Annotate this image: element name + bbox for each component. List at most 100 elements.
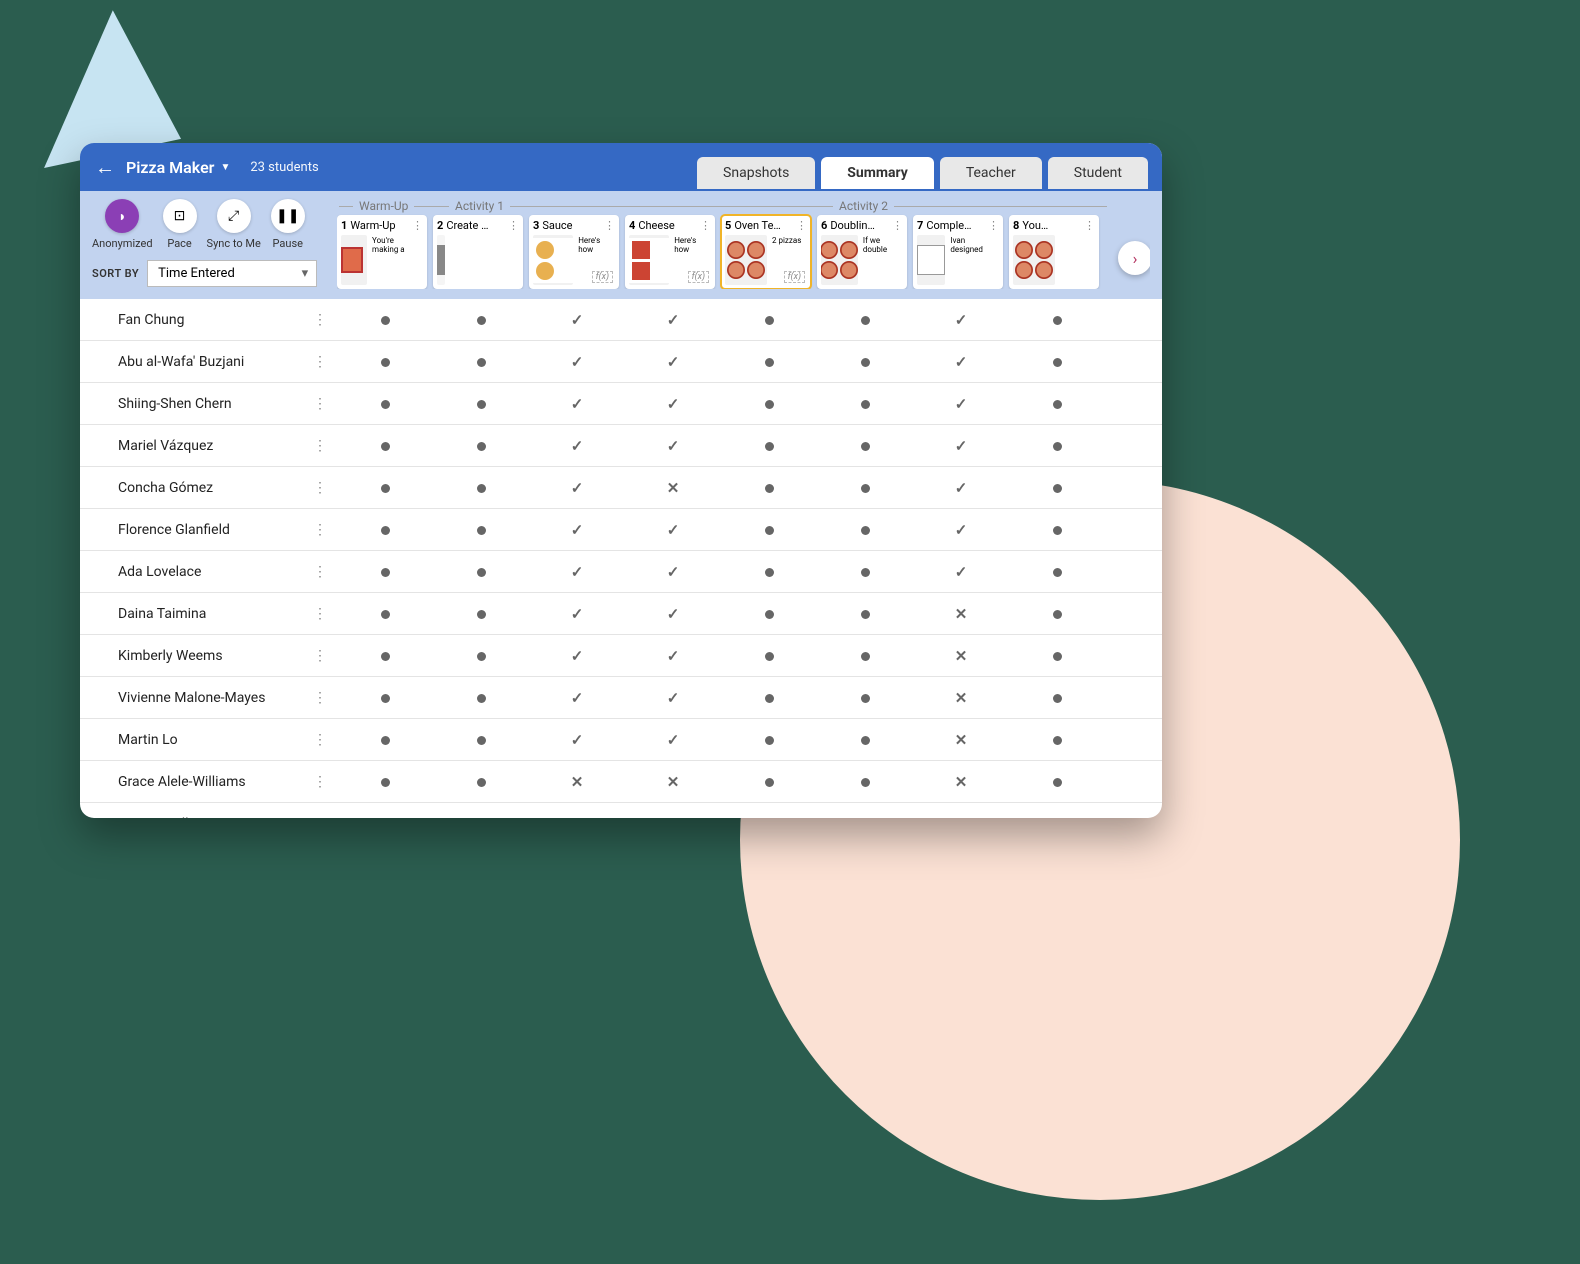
- sort-select[interactable]: Time Entered: [147, 260, 317, 287]
- progress-cell[interactable]: [433, 815, 529, 819]
- progress-cell[interactable]: [337, 311, 433, 329]
- screen-card-2[interactable]: 2Create …⋮: [433, 215, 523, 289]
- progress-cell[interactable]: [625, 647, 721, 665]
- progress-cell[interactable]: [433, 773, 529, 791]
- student-name-cell[interactable]: Martin Lo⋮: [80, 732, 337, 748]
- progress-cell[interactable]: [337, 647, 433, 665]
- progress-cell[interactable]: [625, 689, 721, 707]
- progress-cell[interactable]: [433, 605, 529, 623]
- progress-cell[interactable]: [529, 647, 625, 665]
- progress-cell[interactable]: [625, 605, 721, 623]
- progress-cell[interactable]: [529, 521, 625, 539]
- activity-title-dropdown[interactable]: Pizza Maker ▼: [126, 158, 230, 177]
- student-name-cell[interactable]: Vivienne Malone-Mayes⋮: [80, 690, 337, 706]
- progress-cell[interactable]: [433, 521, 529, 539]
- student-name-cell[interactable]: Fan Chung⋮: [80, 312, 337, 328]
- anonymized-button[interactable]: ◗Anonymized: [92, 199, 153, 250]
- progress-cell[interactable]: [913, 395, 1009, 413]
- screen-more-icon[interactable]: ⋮: [700, 219, 711, 232]
- progress-cell[interactable]: [433, 731, 529, 749]
- progress-cell[interactable]: [529, 815, 625, 819]
- progress-cell[interactable]: [913, 647, 1009, 665]
- progress-cell[interactable]: [817, 647, 913, 665]
- progress-cell[interactable]: [721, 437, 817, 455]
- pause-button[interactable]: ❚❚Pause: [271, 199, 305, 250]
- progress-cell[interactable]: [1009, 731, 1105, 749]
- progress-cell[interactable]: [1009, 311, 1105, 329]
- row-more-icon[interactable]: ⋮: [313, 774, 327, 790]
- progress-cell[interactable]: [721, 563, 817, 581]
- progress-cell[interactable]: [1009, 647, 1105, 665]
- student-name-cell[interactable]: Mariel Vázquez⋮: [80, 438, 337, 454]
- progress-cell[interactable]: [337, 437, 433, 455]
- progress-cell[interactable]: [721, 773, 817, 791]
- row-more-icon[interactable]: ⋮: [313, 732, 327, 748]
- row-more-icon[interactable]: ⋮: [313, 522, 327, 538]
- progress-cell[interactable]: [721, 647, 817, 665]
- row-more-icon[interactable]: ⋮: [313, 438, 327, 454]
- progress-cell[interactable]: [913, 605, 1009, 623]
- progress-cell[interactable]: [625, 395, 721, 413]
- progress-cell[interactable]: [913, 563, 1009, 581]
- row-more-icon[interactable]: ⋮: [313, 354, 327, 370]
- progress-cell[interactable]: [817, 395, 913, 413]
- progress-cell[interactable]: [721, 479, 817, 497]
- progress-cell[interactable]: [1009, 521, 1105, 539]
- progress-cell[interactable]: [913, 815, 1009, 819]
- progress-cell[interactable]: [1009, 353, 1105, 371]
- pace-button[interactable]: ⊡Pace: [163, 199, 197, 250]
- progress-cell[interactable]: [337, 731, 433, 749]
- progress-cell[interactable]: [1009, 605, 1105, 623]
- progress-cell[interactable]: [817, 521, 913, 539]
- progress-cell[interactable]: [913, 731, 1009, 749]
- screen-card-7[interactable]: 7Comple…⋮Ivan designed: [913, 215, 1003, 289]
- progress-cell[interactable]: [913, 353, 1009, 371]
- progress-cell[interactable]: [817, 605, 913, 623]
- progress-cell[interactable]: [529, 353, 625, 371]
- screen-more-icon[interactable]: ⋮: [1084, 219, 1095, 232]
- tab-teacher[interactable]: Teacher: [940, 157, 1042, 189]
- progress-cell[interactable]: [337, 689, 433, 707]
- progress-cell[interactable]: [529, 563, 625, 581]
- progress-cell[interactable]: [817, 563, 913, 581]
- progress-cell[interactable]: [529, 311, 625, 329]
- progress-cell[interactable]: [721, 395, 817, 413]
- progress-cell[interactable]: [433, 563, 529, 581]
- tab-snapshots[interactable]: Snapshots: [697, 157, 815, 189]
- progress-cell[interactable]: [337, 605, 433, 623]
- progress-cell[interactable]: [1009, 563, 1105, 581]
- progress-cell[interactable]: [433, 395, 529, 413]
- progress-cell[interactable]: [817, 479, 913, 497]
- progress-cell[interactable]: [625, 563, 721, 581]
- row-more-icon[interactable]: ⋮: [313, 648, 327, 664]
- screen-card-3[interactable]: 3Sauce⋮Here's howf(x): [529, 215, 619, 289]
- progress-cell[interactable]: [337, 815, 433, 819]
- progress-cell[interactable]: [913, 689, 1009, 707]
- progress-cell[interactable]: [625, 479, 721, 497]
- tab-student[interactable]: Student: [1048, 157, 1148, 189]
- progress-cell[interactable]: [529, 605, 625, 623]
- progress-cell[interactable]: [1009, 479, 1105, 497]
- progress-cell[interactable]: [337, 563, 433, 581]
- screen-card-8[interactable]: 8You…⋮: [1009, 215, 1099, 289]
- progress-cell[interactable]: [913, 773, 1009, 791]
- student-name-cell[interactable]: Daina Taimina⋮: [80, 606, 337, 622]
- progress-cell[interactable]: [817, 773, 913, 791]
- progress-cell[interactable]: [1009, 815, 1105, 819]
- progress-cell[interactable]: [433, 311, 529, 329]
- progress-cell[interactable]: [337, 353, 433, 371]
- screen-card-5[interactable]: 5Oven Te…⋮2 pizzasf(x): [721, 215, 811, 289]
- progress-cell[interactable]: [721, 521, 817, 539]
- tab-summary[interactable]: Summary: [821, 157, 934, 189]
- progress-cell[interactable]: [913, 521, 1009, 539]
- student-name-cell[interactable]: Florence Glanfield⋮: [80, 522, 337, 538]
- progress-cell[interactable]: [1009, 437, 1105, 455]
- progress-cell[interactable]: [529, 437, 625, 455]
- progress-cell[interactable]: [817, 689, 913, 707]
- progress-cell[interactable]: [337, 521, 433, 539]
- progress-cell[interactable]: [529, 773, 625, 791]
- sync-button[interactable]: ⤢Sync to Me: [207, 199, 261, 250]
- student-name-cell[interactable]: Concha Gómez⋮: [80, 480, 337, 496]
- progress-cell[interactable]: [721, 815, 817, 819]
- screen-card-6[interactable]: 6Doublin…⋮If we double: [817, 215, 907, 289]
